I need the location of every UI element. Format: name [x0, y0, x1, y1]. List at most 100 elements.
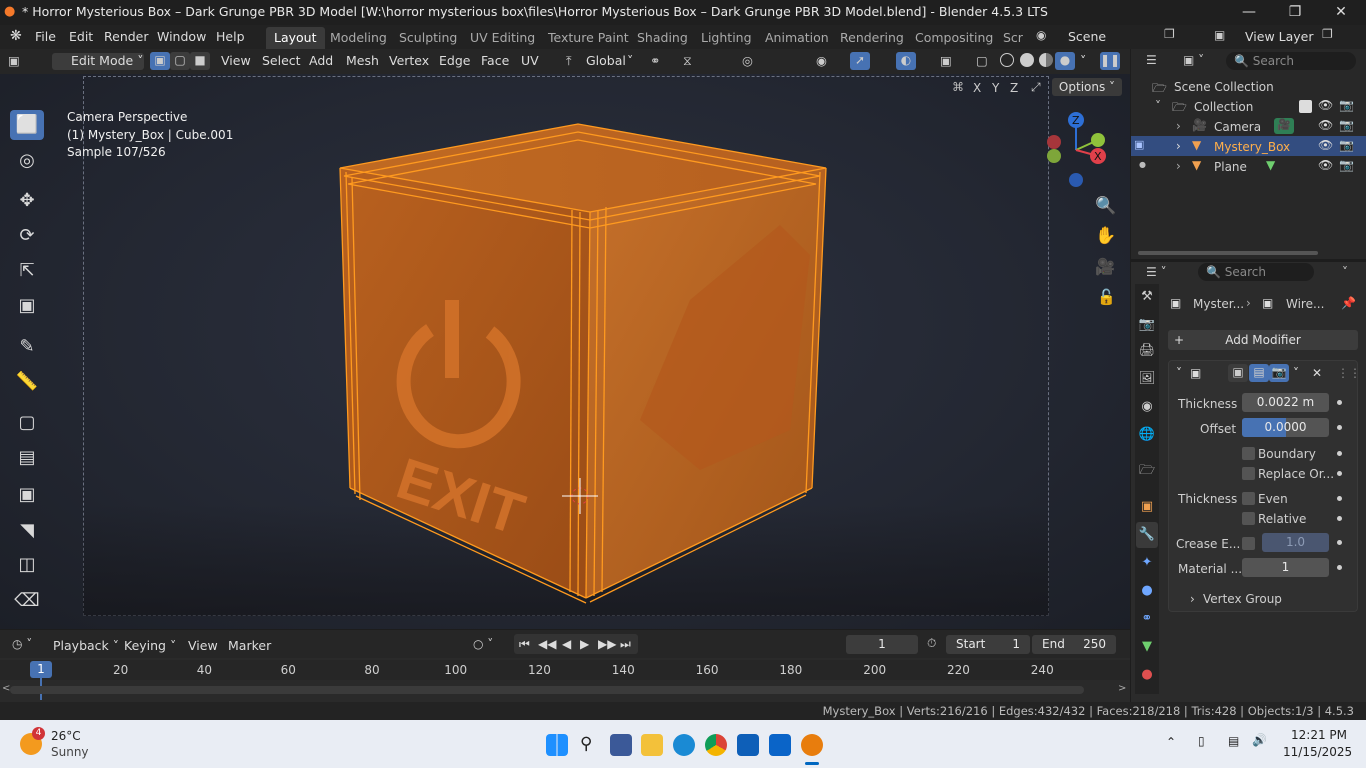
vertex-group-chevron-icon[interactable]: › — [1190, 592, 1195, 606]
tab-sculpting[interactable]: Sculpting — [391, 27, 465, 49]
scale-tool-icon[interactable]: ⇱ — [10, 256, 44, 286]
knife-tool-icon[interactable]: ⌫ — [10, 586, 44, 616]
view-layer-tab-icon[interactable]: 🖼 — [1136, 366, 1158, 392]
timeline-view-menu[interactable]: View — [188, 638, 218, 653]
tool-tab-icon[interactable]: ⚒ — [1136, 284, 1158, 310]
cursor-tool-icon[interactable]: ◎ — [10, 146, 44, 176]
outliner-search[interactable]: 🔍 Search — [1226, 52, 1356, 70]
rotate-tool-icon[interactable]: ⟳ — [10, 221, 44, 251]
menu-edit[interactable]: Edit — [69, 29, 93, 44]
properties-options-icon[interactable]: ˅ — [1342, 265, 1348, 279]
particles-tab-icon[interactable]: ✦ — [1136, 550, 1158, 576]
replace-keyframe-dot[interactable] — [1337, 471, 1342, 476]
current-frame-field[interactable]: 1 — [846, 635, 918, 654]
tab-compositing[interactable]: Compositing — [907, 27, 1001, 49]
menu-edge[interactable]: Edge — [439, 53, 470, 70]
face-select-icon[interactable]: ■ — [190, 52, 210, 70]
modifier-menu-icon[interactable]: ˅ — [1293, 366, 1299, 380]
scene-icon[interactable]: ◉ — [1036, 28, 1046, 42]
keying-menu[interactable]: Keying ˅ — [124, 638, 176, 653]
play-icon[interactable]: ▶ — [580, 637, 589, 651]
collection-chevron-icon[interactable]: ˅ — [1155, 99, 1161, 113]
blender-taskbar-icon[interactable] — [801, 734, 823, 756]
plane-render-icon[interactable]: 📷 — [1339, 158, 1354, 172]
outliner-item-plane[interactable]: Plane — [1214, 160, 1247, 174]
clock-time[interactable]: 12:21 PM — [1291, 728, 1347, 742]
collection-tab-icon[interactable]: 🗁 — [1136, 458, 1158, 484]
pan-hand-icon[interactable]: ✋ — [1095, 226, 1116, 246]
offset-field[interactable]: 0.0000 — [1242, 418, 1329, 437]
select-box-icon[interactable]: ⬜ — [10, 110, 44, 140]
close-button[interactable]: ✕ — [1318, 0, 1364, 25]
view-layer-name[interactable]: View Layer — [1245, 29, 1314, 44]
prev-keyframe-icon[interactable]: ◀◀ — [538, 637, 556, 651]
blender-menu-icon[interactable]: ❋ — [10, 28, 22, 44]
search-icon[interactable]: ⚲ — [580, 734, 592, 754]
collection-eye-icon[interactable]: 👁 — [1318, 98, 1333, 112]
overlay-icon[interactable]: ◐ — [896, 52, 916, 70]
gizmo-icon[interactable]: ➚ — [850, 52, 870, 70]
xray-icon[interactable]: ▢ — [976, 53, 988, 70]
menu-window[interactable]: Window — [157, 29, 206, 44]
outliner-scrollbar[interactable] — [1138, 251, 1318, 255]
timeline-scrollbar[interactable] — [10, 686, 1084, 694]
tab-layout[interactable]: Layout — [266, 27, 325, 49]
network-icon[interactable]: ▤ — [1228, 734, 1239, 748]
outliner-item-camera[interactable]: Camera — [1214, 120, 1261, 134]
edit-mode-toggle-icon[interactable]: ▣ — [1228, 364, 1248, 382]
zoom-icon[interactable]: 🔍 — [1095, 196, 1116, 216]
outlook-icon[interactable] — [769, 734, 791, 756]
timeline-left-arrow-icon[interactable]: < — [2, 683, 10, 694]
annotate-tool-icon[interactable]: ✎ — [10, 332, 44, 362]
pivot-icon[interactable]: ⚭ — [650, 53, 660, 70]
tray-chevron-icon[interactable]: ⌃ — [1166, 735, 1176, 749]
mystery-box-expand-icon[interactable]: › — [1176, 139, 1181, 153]
outliner-editor-icon[interactable]: ☰ — [1146, 53, 1157, 67]
tab-shading[interactable]: Shading — [629, 27, 696, 49]
current-frame-indicator[interactable]: 1 — [30, 661, 52, 678]
tab-uv-editing[interactable]: UV Editing — [462, 27, 543, 49]
object-tab-icon[interactable]: ▣ — [1136, 494, 1158, 520]
material-offset-field[interactable]: 1 — [1242, 558, 1329, 577]
drag-handle-icon[interactable]: ⋮⋮ — [1337, 366, 1361, 380]
weather-condition[interactable]: Sunny — [51, 745, 89, 759]
start-windows-icon[interactable] — [546, 734, 568, 756]
transform-tool-icon[interactable]: ▣ — [10, 291, 44, 321]
add-modifier-button[interactable]: + Add Modifier — [1168, 330, 1358, 350]
crease-weight-field[interactable]: 1.0 — [1262, 533, 1329, 552]
material-keyframe-dot[interactable] — [1337, 565, 1342, 570]
add-cube-tool-icon[interactable]: ▢ — [10, 408, 44, 438]
mirror-icon[interactable]: ⌘ — [952, 80, 964, 94]
crease-keyframe-dot[interactable] — [1337, 540, 1342, 545]
menu-file[interactable]: File — [35, 29, 56, 44]
orientation-dropdown[interactable]: Global — [586, 53, 626, 70]
tab-scripting[interactable]: Scr — [995, 27, 1031, 49]
orientation-icon[interactable]: ⤒ — [566, 53, 572, 70]
replace-original-checkbox[interactable] — [1242, 467, 1255, 480]
camera-data-icon[interactable]: 🎥 — [1274, 118, 1294, 134]
timeline-editor-icon[interactable]: ◷ ˅ — [12, 637, 32, 651]
shading-options-icon[interactable]: ˅ — [1080, 53, 1086, 70]
editor-type-icon[interactable]: ▣ — [8, 53, 20, 70]
widgets-icon[interactable] — [610, 734, 632, 756]
world-tab-icon[interactable]: 🌐 — [1136, 422, 1158, 448]
even-keyframe-dot[interactable] — [1337, 496, 1342, 501]
snap-icon[interactable]: ⧖ — [683, 53, 692, 70]
outliner-display-icon[interactable]: ▣ ˅ — [1183, 53, 1204, 67]
constraints-tab-icon[interactable]: ⚭ — [1136, 606, 1158, 632]
volume-icon[interactable]: 🔊 — [1252, 733, 1267, 747]
collection-render-icon[interactable]: 📷 — [1339, 98, 1354, 112]
view-layer-icon[interactable]: ▣ — [1214, 28, 1225, 42]
loop-cut-tool-icon[interactable]: ◫ — [10, 550, 44, 580]
boundary-keyframe-dot[interactable] — [1337, 451, 1342, 456]
menu-mesh[interactable]: Mesh — [346, 53, 379, 70]
camera-view-icon[interactable]: 🎥 — [1095, 257, 1115, 276]
menu-uv[interactable]: UV — [521, 53, 539, 70]
file-explorer-icon[interactable] — [641, 734, 663, 756]
axis-y-toggle[interactable]: Y — [992, 81, 999, 95]
offset-keyframe-dot[interactable] — [1337, 425, 1342, 430]
inset-tool-icon[interactable]: ▣ — [10, 480, 44, 510]
relative-keyframe-dot[interactable] — [1337, 516, 1342, 521]
jump-end-icon[interactable]: ⏭ — [620, 637, 631, 652]
camera-eye-icon[interactable]: 👁 — [1318, 118, 1333, 132]
